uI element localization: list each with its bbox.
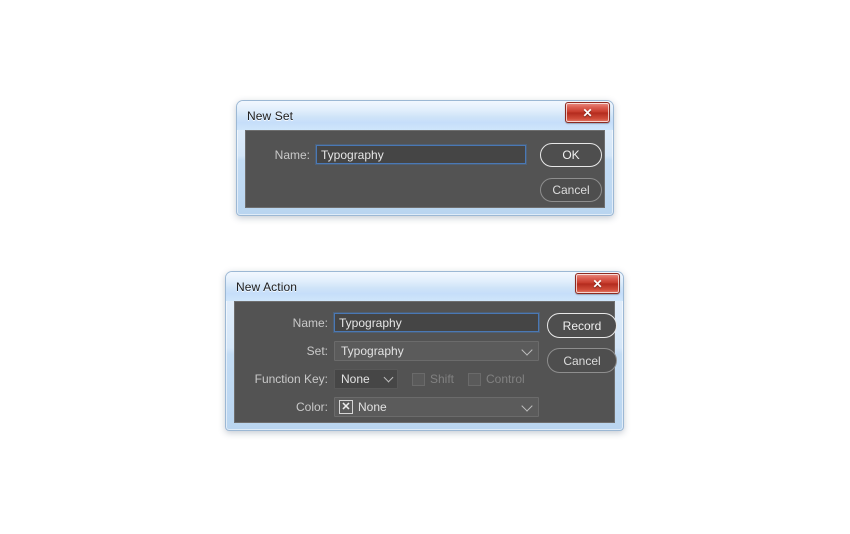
chevron-down-icon <box>521 400 533 412</box>
set-select-value: Typography <box>341 344 404 358</box>
function-key-select[interactable]: None <box>334 369 398 389</box>
color-label: Color: <box>295 400 328 414</box>
close-icon: ✕ <box>592 276 603 291</box>
close-button[interactable]: ✕ <box>575 273 620 294</box>
shift-checkbox: Shift <box>412 372 454 386</box>
new-action-panel: Name: Typography Set: Typography Functio… <box>234 301 617 423</box>
no-color-x-icon: ✕ <box>339 400 353 414</box>
set-label: Set: <box>306 344 328 358</box>
close-icon: ✕ <box>582 105 593 120</box>
cancel-button[interactable]: Cancel <box>540 178 602 202</box>
name-input[interactable]: Typography <box>334 313 539 332</box>
name-label: Name: <box>292 315 328 330</box>
control-checkbox: Control <box>468 372 525 386</box>
new-set-title: New Set <box>247 108 294 123</box>
name-label: Name: <box>274 147 310 162</box>
name-input[interactable]: Typography <box>316 145 526 164</box>
action-set-row: Set: Typography <box>243 341 553 361</box>
set-select[interactable]: Typography <box>334 341 539 361</box>
ok-button[interactable]: OK <box>540 143 602 167</box>
cancel-button[interactable]: Cancel <box>547 348 617 373</box>
function-key-label: Function Key: <box>254 372 328 386</box>
new-set-dialog[interactable]: New Set ✕ Name: Typography OK Cancel <box>236 100 614 216</box>
checkbox-icon <box>412 372 425 386</box>
chevron-down-icon <box>521 344 533 356</box>
action-name-row: Name: Typography <box>243 313 553 332</box>
new-action-titlebar[interactable]: New Action ✕ <box>226 272 623 301</box>
action-function-key-row: Function Key: None Shift Control <box>243 369 583 389</box>
new-set-panel: Name: Typography OK Cancel <box>245 130 605 208</box>
action-color-row: Color: ✕ None <box>243 397 553 417</box>
new-set-titlebar[interactable]: New Set ✕ <box>237 101 613 130</box>
control-checkbox-label: Control <box>486 372 525 386</box>
shift-checkbox-label: Shift <box>430 372 455 386</box>
close-button[interactable]: ✕ <box>565 102 610 123</box>
record-button[interactable]: Record <box>547 313 617 338</box>
color-select[interactable]: ✕ None <box>334 397 539 417</box>
new-action-title: New Action <box>236 279 298 294</box>
new-action-dialog[interactable]: New Action ✕ Name: Typography Set: Typog… <box>225 271 624 431</box>
color-select-value: None <box>358 400 387 414</box>
function-key-select-value: None <box>341 372 370 386</box>
chevron-down-icon <box>383 372 394 383</box>
checkbox-icon <box>468 372 482 386</box>
new-set-name-row: Name: Typography <box>268 145 554 164</box>
